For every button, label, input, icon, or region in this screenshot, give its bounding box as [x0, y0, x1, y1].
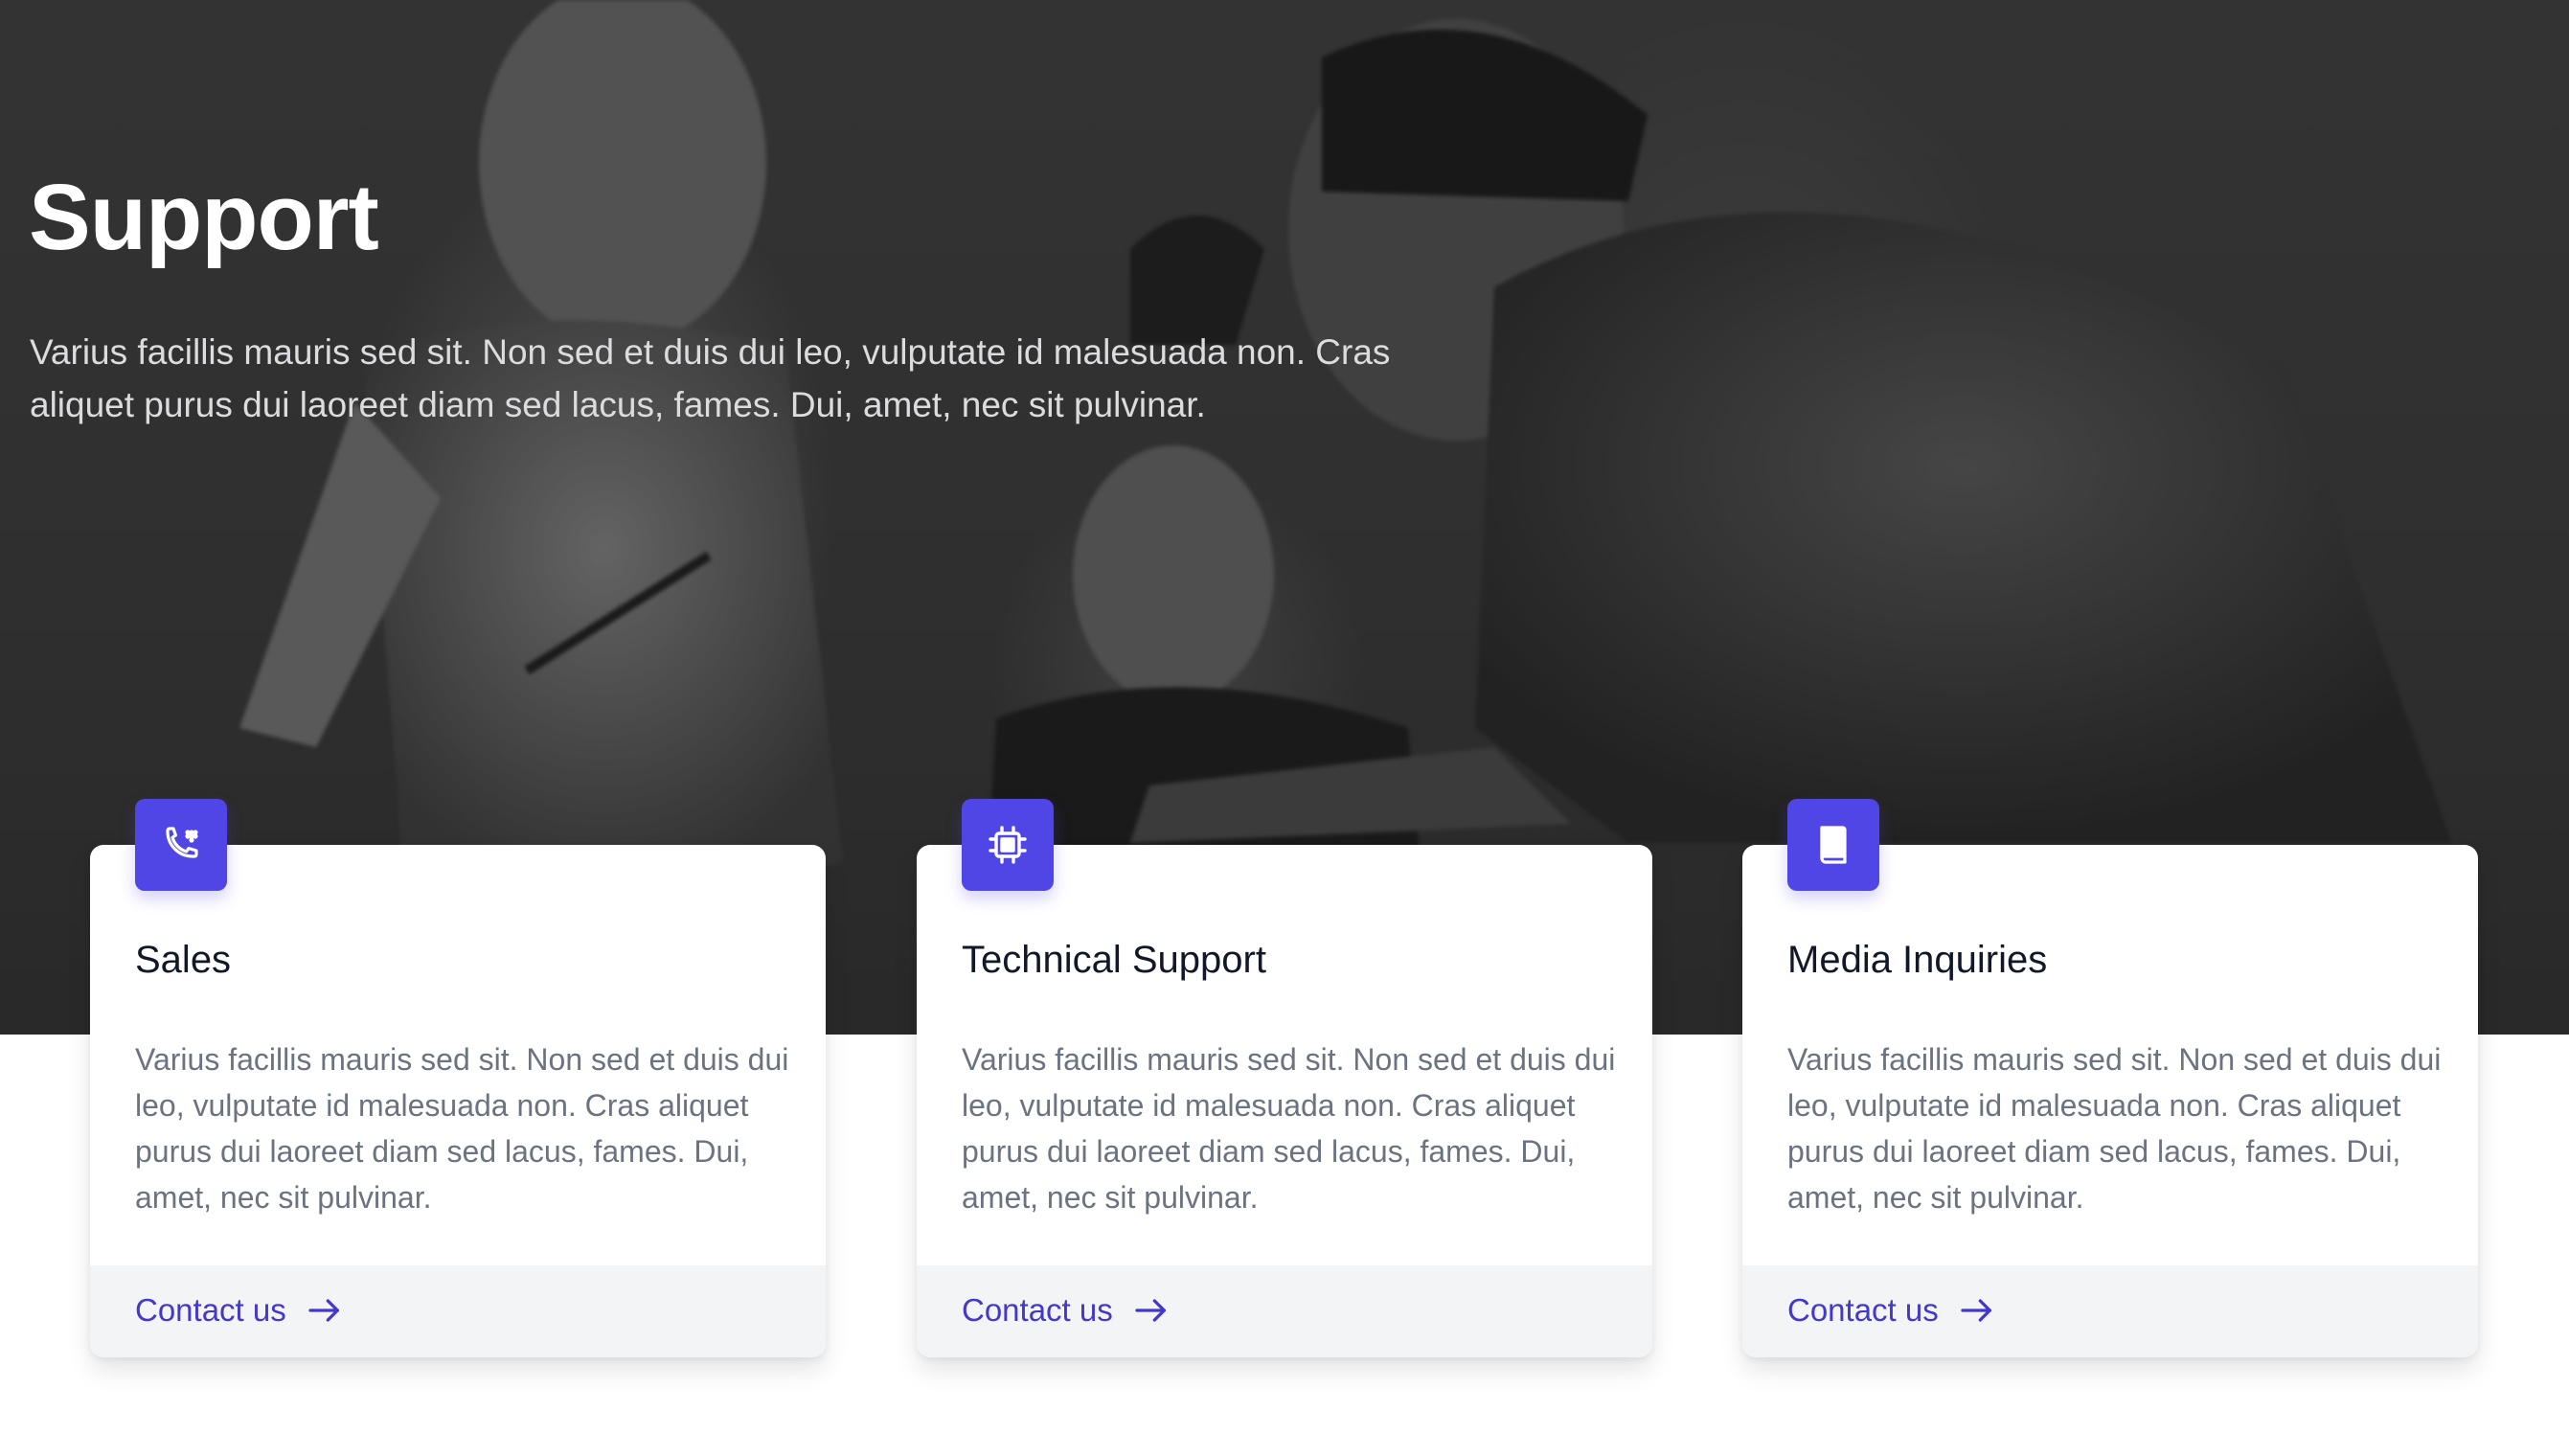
arrow-right-icon — [308, 1299, 339, 1322]
card-footer: Contact us — [1742, 1265, 2478, 1357]
contact-us-label: Contact us — [962, 1292, 1113, 1328]
hero-description: Varius facillis mauris sed sit. Non sed … — [30, 332, 1391, 424]
book-icon — [1787, 799, 1879, 891]
phone-icon — [135, 799, 227, 891]
contact-us-label: Contact us — [1787, 1292, 1939, 1328]
arrow-right-icon — [1961, 1299, 1991, 1322]
chip-icon — [962, 799, 1054, 891]
card-description: Varius facillis mauris sed sit. Non sed … — [135, 1042, 789, 1215]
card-title: Sales — [135, 939, 232, 981]
card-footer: Contact us — [90, 1265, 826, 1357]
arrow-right-icon — [1135, 1299, 1166, 1322]
support-card-sales: Sales Varius facillis mauris sed sit. No… — [90, 799, 826, 1357]
card-title: Technical Support — [962, 939, 1266, 981]
support-card-media: Media Inquiries Varius facillis mauris s… — [1742, 799, 2478, 1357]
card-footer: Contact us — [917, 1265, 1652, 1357]
contact-us-link[interactable]: Contact us — [1787, 1291, 1996, 1330]
card-description: Varius facillis mauris sed sit. Non sed … — [962, 1042, 1616, 1215]
contact-us-label: Contact us — [135, 1292, 286, 1328]
contact-us-link[interactable]: Contact us — [135, 1291, 344, 1330]
page-title: Support — [29, 165, 379, 269]
card-title: Media Inquiries — [1787, 939, 2048, 981]
contact-us-link[interactable]: Contact us — [962, 1291, 1171, 1330]
card-description: Varius facillis mauris sed sit. Non sed … — [1787, 1042, 2442, 1215]
support-card-technical: Technical Support Varius facillis mauris… — [917, 799, 1652, 1357]
